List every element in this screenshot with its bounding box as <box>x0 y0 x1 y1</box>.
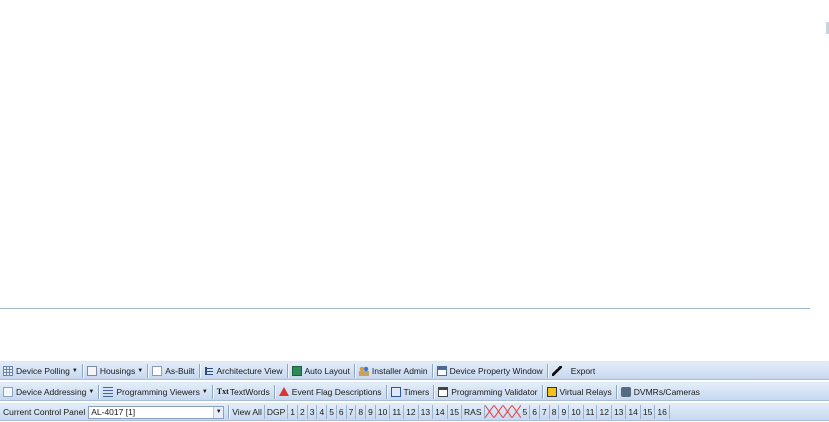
dgp-15-button[interactable]: 15 <box>448 405 463 419</box>
installer-admin-button[interactable]: Installer Admin <box>356 363 431 379</box>
device-addressing-icon <box>3 386 13 397</box>
toolbar-separator <box>385 384 387 399</box>
ras-disabled-group <box>485 405 521 420</box>
programming-toolbar: Device Addressing ▼ Programming Viewers ▼ … <box>0 382 829 401</box>
dgp-4-button[interactable]: 4 <box>317 405 328 419</box>
dgp-7-button[interactable]: 7 <box>347 405 357 419</box>
architecture-view-button[interactable]: Architecture View <box>201 363 286 379</box>
canvas-divider <box>0 308 810 309</box>
dgp-5-button[interactable]: 5 <box>327 405 337 419</box>
dgp-11-button[interactable]: 11 <box>390 405 405 419</box>
ras-8-button[interactable]: 8 <box>550 405 560 419</box>
ras-10-button[interactable]: 10 <box>569 405 584 419</box>
chevron-down-icon: ▼ <box>201 388 208 395</box>
dgp-9-button[interactable]: 9 <box>366 405 376 419</box>
toolbar-separator <box>198 363 200 378</box>
dgp-8-button[interactable]: 8 <box>356 405 367 419</box>
housings-button[interactable]: Housings ▼ <box>84 363 146 379</box>
auto-layout-icon <box>291 365 302 376</box>
toolbar-separator <box>541 384 543 399</box>
event-flag-descriptions-button[interactable]: Event Flag Descriptions <box>276 384 385 400</box>
toolbar-separator <box>81 363 83 378</box>
designer-canvas <box>0 0 829 422</box>
dgp-3-button[interactable]: 3 <box>308 405 318 419</box>
ras-6-button[interactable]: 6 <box>530 405 540 419</box>
ras-5-button[interactable]: 5 <box>521 405 531 419</box>
validator-icon <box>438 386 449 397</box>
device-property-window-button[interactable]: Device Property Window <box>434 363 546 379</box>
toolbar-separator <box>286 363 288 378</box>
disabled-x-icon <box>494 405 503 418</box>
current-control-panel-select[interactable]: AL-4017 [1] ▼ <box>88 405 225 419</box>
architecture-tree-icon <box>203 365 214 376</box>
toolbar-separator <box>353 363 355 378</box>
disabled-x-icon <box>503 405 512 418</box>
timer-icon <box>390 386 401 397</box>
dgp-6-button[interactable]: 6 <box>337 405 347 419</box>
users-icon <box>358 365 369 376</box>
ras-12-button[interactable]: 12 <box>597 405 612 419</box>
dvmrs-cameras-button[interactable]: DVMRs/Cameras <box>618 384 703 400</box>
toolbar-separator <box>228 405 230 419</box>
housings-icon <box>86 365 97 376</box>
ras-13-button[interactable]: 13 <box>612 405 627 419</box>
current-control-panel-value: AL-4017 [1] <box>91 407 136 417</box>
dgp-button[interactable]: DGP <box>265 405 289 419</box>
toolbar-separator <box>98 384 100 399</box>
panel-toolbar: Current Control Panel AL-4017 [1] ▼ View… <box>0 403 829 421</box>
chevron-down-icon: ▼ <box>137 367 144 374</box>
timers-button[interactable]: Timers <box>388 384 433 400</box>
main-toolbar: Device Polling ▼ Housings ▼ As-Built Archi… <box>0 361 829 380</box>
dgp-10-button[interactable]: 10 <box>376 405 391 419</box>
ras-11-button[interactable]: 11 <box>584 405 598 419</box>
disabled-x-icon <box>512 405 521 418</box>
ras-7-button[interactable]: 7 <box>540 405 550 419</box>
property-window-icon <box>436 365 447 376</box>
ras-15-button[interactable]: 15 <box>641 405 656 419</box>
as-built-icon <box>152 365 163 376</box>
virtual-relays-button[interactable]: Virtual Relays <box>544 384 615 400</box>
auto-layout-button[interactable]: Auto Layout <box>289 363 353 379</box>
toolbar-separator <box>431 363 433 378</box>
export-icon <box>551 365 562 376</box>
toolbar-separator <box>211 384 213 399</box>
dgp-13-button[interactable]: 13 <box>419 405 434 419</box>
ras-16-button[interactable]: 16 <box>655 405 670 419</box>
programming-viewers-icon <box>103 386 114 397</box>
relay-icon <box>546 386 557 397</box>
toolbar-separator <box>147 363 149 378</box>
current-control-panel-label: Current Control Panel <box>3 407 86 417</box>
chevron-down-icon: ▼ <box>71 367 78 374</box>
textwords-icon: Txt <box>216 387 229 396</box>
device-polling-button[interactable]: Device Polling ▼ <box>0 363 81 379</box>
textwords-button[interactable]: Txt TextWords <box>214 384 273 400</box>
disabled-x-icon <box>485 405 494 418</box>
toolbar-separator <box>546 363 548 378</box>
dgp-2-button[interactable]: 2 <box>298 405 308 419</box>
export-button[interactable]: Export <box>549 363 599 379</box>
as-built-button[interactable]: As-Built <box>149 363 197 379</box>
device-addressing-button[interactable]: Device Addressing ▼ <box>0 384 97 400</box>
toolbar-separator <box>615 384 617 399</box>
chevron-down-icon[interactable]: ▼ <box>213 406 224 418</box>
ras-9-button[interactable]: 9 <box>559 405 570 419</box>
dgp-number-list: 1 2 3 4 5 6 7 8 9 10 11 12 13 14 15 <box>288 405 463 419</box>
chevron-down-icon: ▼ <box>88 388 95 395</box>
programming-validator-button[interactable]: Programming Validator <box>435 384 540 400</box>
programming-viewers-button[interactable]: Programming Viewers ▼ <box>100 384 210 400</box>
warning-icon <box>278 387 289 396</box>
dgp-12-button[interactable]: 12 <box>404 405 419 419</box>
ras-14-button[interactable]: 14 <box>626 405 641 419</box>
view-all-button[interactable]: View All <box>230 405 265 419</box>
camera-icon <box>620 386 631 397</box>
ras-button[interactable]: RAS <box>462 405 485 419</box>
toolbar-separator <box>273 384 275 399</box>
dgp-1-button[interactable]: 1 <box>288 405 298 419</box>
dgp-14-button[interactable]: 14 <box>433 405 448 419</box>
ras-number-list: 5 6 7 8 9 10 11 12 13 14 15 16 <box>521 405 670 419</box>
toolbar-separator <box>433 384 435 399</box>
device-polling-icon <box>3 365 13 376</box>
